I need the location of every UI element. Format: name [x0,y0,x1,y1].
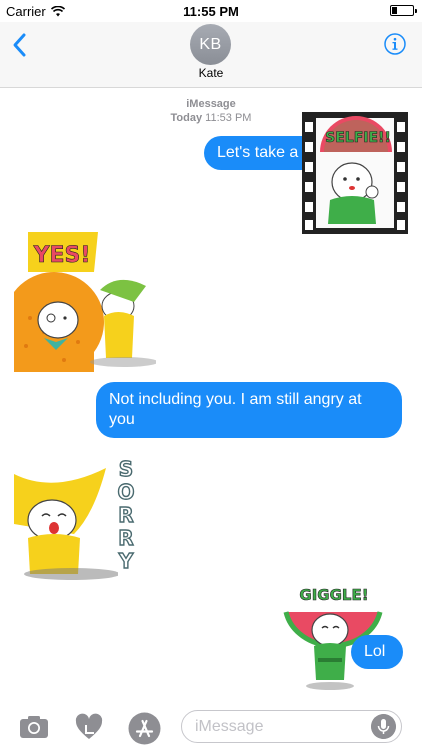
battery-icon [390,5,417,16]
sticker-caption-letter: Y [118,549,134,573]
sticker-caption: GIGGLE! [299,586,368,604]
outgoing-message-bubble[interactable]: Not including you. I am still angry at y… [96,382,402,438]
app-store-icon[interactable] [128,712,161,745]
giggle-sticker[interactable]: GIGGLE! [282,574,384,694]
message-input[interactable] [181,710,402,743]
sticker-caption: YES! [33,243,91,268]
microphone-icon[interactable] [371,714,396,739]
message-text-field[interactable] [195,718,365,736]
contact-avatar[interactable]: KB [190,24,231,65]
conversation-header: KB Kate [0,22,422,88]
selfie-sticker[interactable]: SELFIE!! [302,112,408,234]
sorry-sticker[interactable]: SORRY [14,454,138,584]
status-bar: Carrier 11:55 PM [0,0,422,22]
message-composer [0,704,422,750]
sticker-caption-letter: R [118,503,133,527]
status-time: 11:55 PM [183,4,239,19]
digital-touch-icon[interactable] [75,713,103,741]
sticker-caption-letter: O [117,480,134,504]
timestamp-time: 11:53 PM [205,112,252,124]
contact-name[interactable]: Kate [0,66,422,80]
back-chevron-icon[interactable] [10,32,30,58]
sticker-caption-letter: S [119,457,133,481]
camera-icon[interactable] [19,715,49,739]
sticker-caption-letter: R [118,526,133,550]
sticker-caption: SELFIE!! [325,130,391,146]
outgoing-message-bubble[interactable]: Lol [351,635,403,669]
service-label: iMessage [186,98,236,110]
timestamp-day: Today [170,112,203,124]
yes-sticker[interactable]: YES! [14,232,156,372]
info-icon[interactable] [384,33,406,55]
